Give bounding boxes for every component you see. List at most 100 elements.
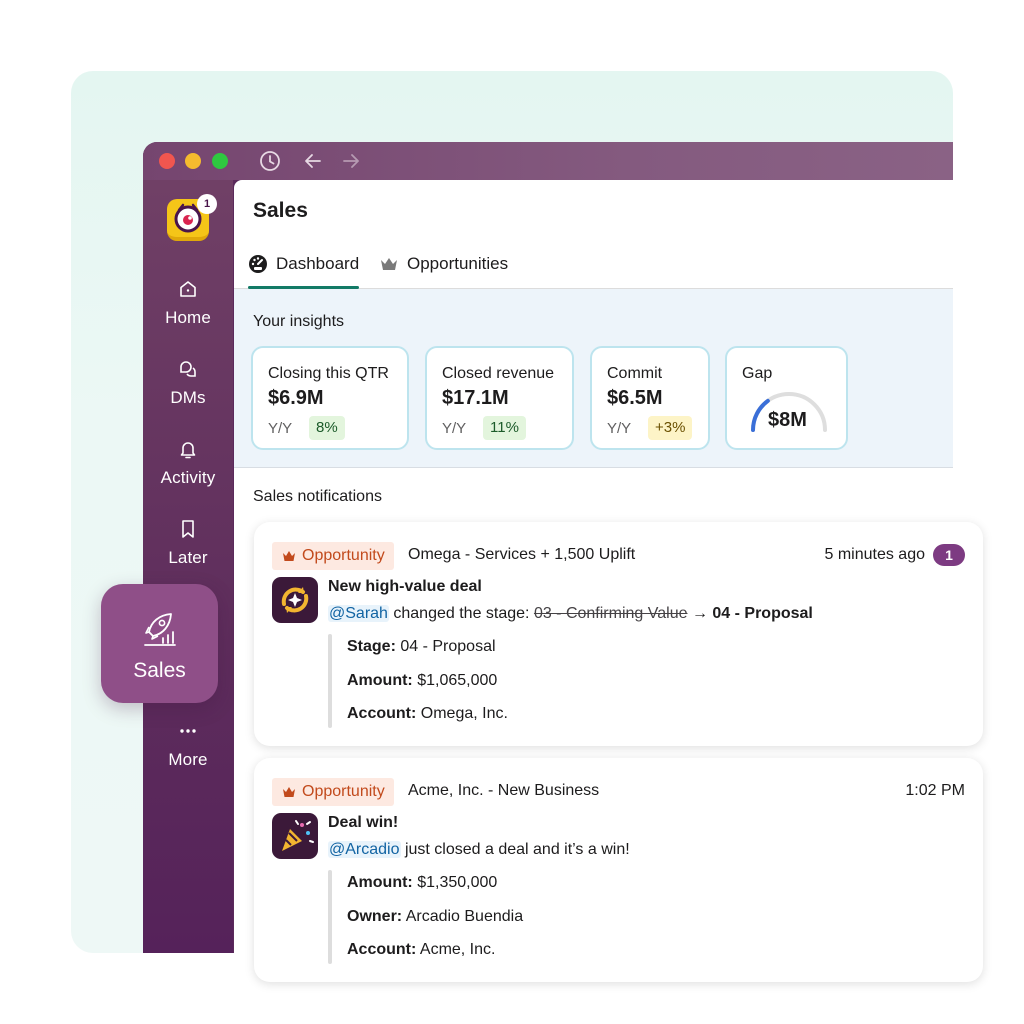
sidebar-item-label: Activity [160, 468, 216, 487]
field-value: 04 - Proposal [395, 638, 496, 655]
title-bar [143, 142, 953, 180]
crown-icon [283, 551, 295, 561]
bell-icon [180, 442, 196, 459]
new-stage: 04 - Proposal [712, 605, 813, 622]
app-avatar [272, 813, 318, 859]
card-value: $6.9M [268, 387, 324, 409]
insights-section: Your insights Closing this QTR $6.9M Y/Y… [234, 289, 953, 468]
field-stage: Stage: 04 - Proposal [347, 638, 496, 656]
timestamp: 5 minutes ago [824, 546, 925, 563]
field-account: Account: Omega, Inc. [347, 705, 508, 723]
sidebar-item-more[interactable]: More [143, 720, 233, 770]
field-account: Account: Acme, Inc. [347, 941, 495, 959]
unread-count-badge: 1 [933, 544, 965, 566]
message-body: @Arcadio just closed a deal and it’s a w… [328, 841, 630, 859]
field-key: Amount: [347, 874, 413, 891]
workspace-badge: 1 [197, 194, 217, 214]
opportunity-tag: Opportunity [272, 778, 394, 806]
crown-icon [381, 258, 397, 270]
sidebar-item-activity[interactable]: Activity [143, 438, 233, 488]
user-mention[interactable]: @Arcadio [328, 841, 401, 858]
tag-label: Opportunity [302, 547, 385, 564]
notification-headline: Acme, Inc. - New Business [408, 782, 600, 799]
field-owner: Owner: Arcadio Buendia [347, 908, 523, 926]
card-yy-label: Y/Y [442, 420, 467, 437]
close-window-button[interactable] [159, 153, 175, 169]
field-value: Arcadio Buendia [402, 908, 524, 925]
card-yy-label: Y/Y [268, 420, 293, 437]
insights-title: Your insights [253, 313, 345, 330]
card-value: $6.5M [607, 387, 663, 409]
timestamp: 1:02 PM [905, 782, 965, 799]
notification-headline: Omega - Services + 1,500 Uplift [408, 546, 636, 563]
more-icon [180, 729, 196, 733]
forward-arrow-icon[interactable] [340, 150, 362, 172]
page-title: Sales [253, 199, 308, 222]
notifications-title: Sales notifications [253, 488, 382, 505]
rocket-chart-icon [144, 613, 176, 646]
sidebar-item-label: Sales [133, 659, 186, 682]
tab-label: Opportunities [407, 254, 509, 273]
message-title: Deal win! [328, 814, 399, 831]
minimize-window-button[interactable] [185, 153, 201, 169]
dms-icon [180, 361, 196, 377]
message-text: just closed a deal and it’s a win! [400, 841, 630, 858]
change-badge: 11% [483, 416, 526, 440]
field-value: Acme, Inc. [416, 941, 496, 958]
card-label: Closing this QTR [268, 365, 389, 382]
tag-label: Opportunity [302, 783, 385, 800]
insight-card-commit[interactable]: Commit $6.5M Y/Y +3% [590, 346, 710, 450]
sidebar-item-label: Home [165, 308, 211, 327]
insight-card-closing[interactable]: Closing this QTR $6.9M Y/Y 8% [251, 346, 409, 450]
quote-bar [328, 634, 332, 728]
insight-card-gap[interactable]: Gap $8M [725, 346, 848, 450]
bookmark-icon [182, 520, 194, 538]
arrow-text: → [687, 605, 713, 622]
tab-dashboard[interactable]: Dashboard [248, 254, 359, 274]
change-badge: 8% [309, 416, 345, 440]
sparkle-refresh-icon [281, 587, 309, 613]
party-popper-icon [282, 820, 314, 851]
field-key: Account: [347, 705, 417, 722]
sidebar-item-sales[interactable]: Sales [101, 584, 218, 703]
app-avatar [272, 577, 318, 623]
maximize-window-button[interactable] [212, 153, 228, 169]
field-key: Amount: [347, 672, 413, 689]
sidebar-item-home[interactable]: Home [143, 278, 233, 328]
opportunity-tag: Opportunity [272, 542, 394, 570]
message-text: changed the stage: [388, 605, 534, 622]
history-icon[interactable] [259, 150, 281, 172]
field-value: Omega, Inc. [416, 705, 508, 722]
sidebar: 1 Home DMs Activity Later More [143, 180, 233, 953]
sidebar-item-label: DMs [170, 388, 206, 407]
speedometer-icon [249, 255, 267, 273]
field-key: Stage: [347, 638, 396, 655]
tab-opportunities[interactable]: Opportunities [379, 254, 508, 274]
message-title: New high-value deal [328, 578, 482, 595]
user-mention[interactable]: @Sarah [328, 605, 389, 622]
home-icon [180, 281, 196, 297]
card-value: $8M [768, 409, 807, 431]
back-arrow-icon[interactable] [302, 150, 324, 172]
sidebar-item-label: More [168, 750, 208, 769]
message-body: @Sarah changed the stage: 03 - Confirmin… [328, 605, 813, 623]
card-label: Commit [607, 365, 663, 382]
card-label: Closed revenue [442, 365, 555, 382]
notification-card[interactable]: Opportunity Acme, Inc. - New Business 1:… [254, 758, 983, 982]
quote-bar [328, 870, 332, 964]
tab-label: Dashboard [276, 254, 360, 273]
field-key: Account: [347, 941, 417, 958]
field-amount: Amount: $1,350,000 [347, 874, 497, 892]
old-stage: 03 - Confirming Value [533, 605, 688, 622]
crown-icon [283, 787, 295, 797]
card-label: Gap [742, 365, 773, 382]
sidebar-item-later[interactable]: Later [143, 518, 233, 568]
card-value: $17.1M [442, 387, 509, 409]
notification-card[interactable]: Opportunity Omega - Services + 1,500 Upl… [254, 522, 983, 746]
sidebar-item-label: Later [168, 548, 208, 567]
insight-card-closed-revenue[interactable]: Closed revenue $17.1M Y/Y 11% [425, 346, 574, 450]
field-value: $1,065,000 [412, 672, 498, 689]
change-badge: +3% [648, 416, 693, 440]
sidebar-item-dms[interactable]: DMs [143, 358, 233, 408]
field-key: Owner: [347, 908, 403, 925]
